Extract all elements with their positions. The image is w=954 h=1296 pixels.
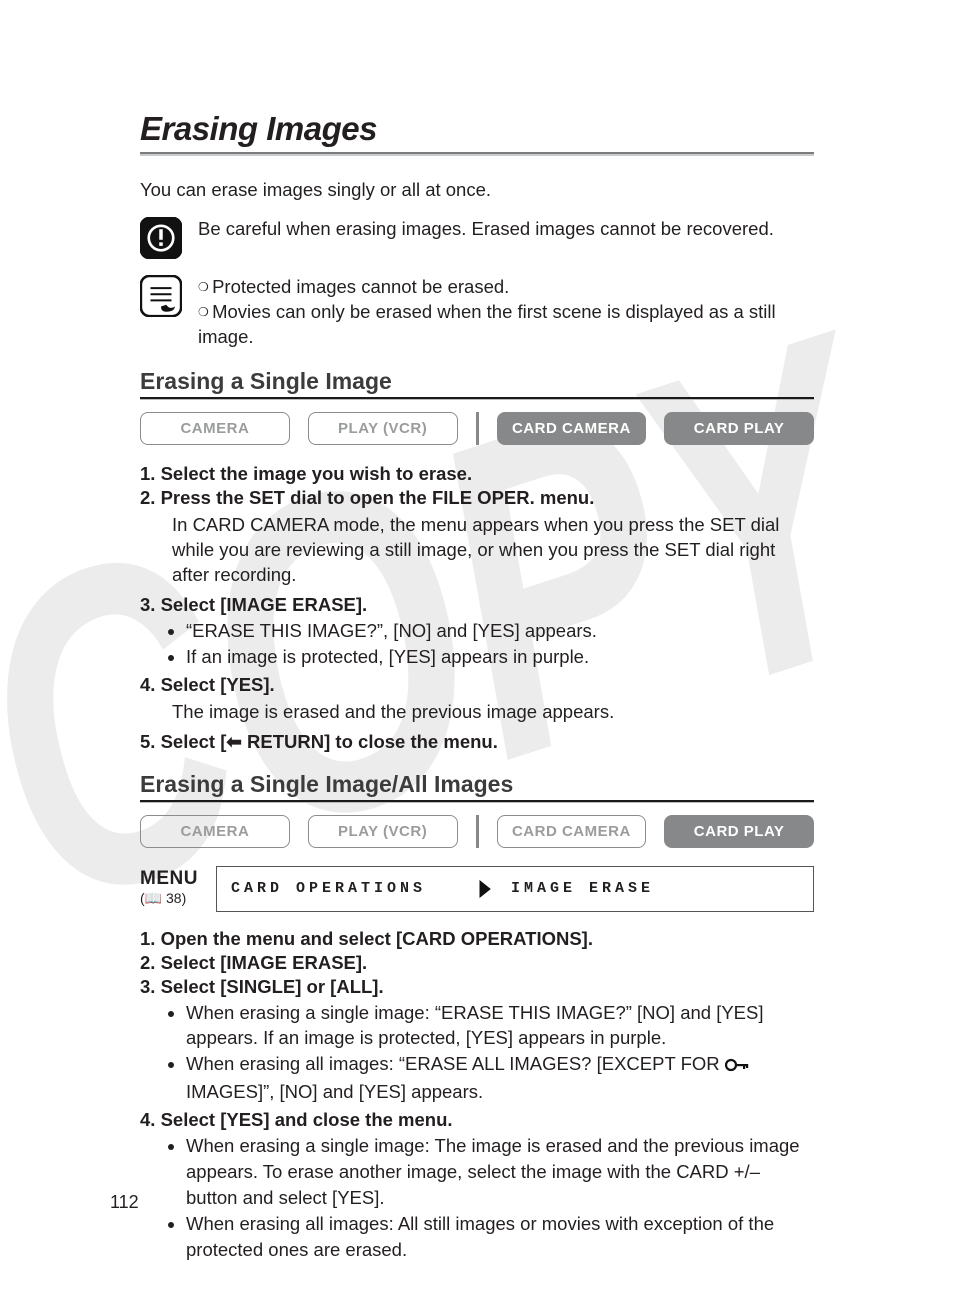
return-arrow-icon: ⬅ [226, 731, 242, 753]
mode-card-play: CARD PLAY [664, 412, 814, 445]
step-text: 3. Select [SINGLE] or [ALL]. [140, 976, 814, 998]
step-bullet-part: IMAGES]”, [NO] and [YES] appears. [186, 1081, 483, 1102]
menu-cell: CARD OPERATIONS [216, 866, 473, 912]
step-text: 4. Select [YES]. [140, 674, 814, 696]
step-text-part: 5. Select [ [140, 731, 226, 752]
protect-key-icon [725, 1053, 749, 1079]
menu-path-bar: MENU (📖 38) CARD OPERATIONS IMAGE ERASE [140, 866, 814, 912]
menu-page-ref: (📖 38) [140, 890, 216, 907]
mode-card-play: CARD PLAY [664, 815, 814, 848]
step-bullet: When erasing a single image: The image i… [186, 1133, 814, 1211]
steps-list: 1. Select the image you wish to erase. 2… [140, 463, 814, 753]
step-text: 5. Select [⬅ RETURN] to close the menu. [140, 731, 814, 753]
step-text: 2. Select [IMAGE ERASE]. [140, 952, 814, 974]
note-item: Protected images cannot be erased. [198, 275, 814, 300]
step-text: 2. Press the SET dial to open the FILE O… [140, 487, 814, 509]
step-text: 1. Select the image you wish to erase. [140, 463, 814, 485]
step-text: 1. Open the menu and select [CARD OPERAT… [140, 928, 814, 950]
step-bullet: When erasing all images: “ERASE ALL IMAG… [186, 1051, 814, 1105]
warning-text: Be careful when erasing images. Erased i… [198, 217, 774, 242]
step-bullet: If an image is protected, [YES] appears … [186, 644, 814, 670]
menu-label: MENU [140, 868, 216, 890]
section-rule [140, 800, 814, 803]
mode-card-camera: CARD CAMERA [497, 412, 647, 445]
mode-camera: CAMERA [140, 815, 290, 848]
notes-icon [140, 275, 182, 317]
menu-arrow-icon [473, 866, 497, 912]
mode-play-vcr: PLAY (VCR) [308, 412, 458, 445]
step-text: 3. Select [IMAGE ERASE]. [140, 594, 814, 616]
step-detail: In CARD CAMERA mode, the menu appears wh… [172, 513, 814, 588]
mode-play-vcr: PLAY (VCR) [308, 815, 458, 848]
section-heading: Erasing a Single Image [140, 368, 814, 395]
step-bullet: When erasing all images: All still image… [186, 1211, 814, 1263]
title-rule [140, 152, 814, 156]
page-title: Erasing Images [140, 110, 814, 148]
mode-card-camera: CARD CAMERA [497, 815, 647, 848]
note-item: Movies can only be erased when the first… [198, 300, 814, 350]
menu-cell: IMAGE ERASE [497, 866, 814, 912]
step-text: 4. Select [YES] and close the menu. [140, 1109, 814, 1131]
mode-row: CAMERA PLAY (VCR) CARD CAMERA CARD PLAY [140, 412, 814, 445]
warning-row: Be careful when erasing images. Erased i… [140, 217, 814, 259]
intro-text: You can erase images singly or all at on… [140, 178, 814, 203]
mode-separator [476, 815, 479, 848]
menu-page-number: 38 [166, 890, 182, 906]
mode-separator [476, 412, 479, 445]
steps-list: 1. Open the menu and select [CARD OPERAT… [140, 928, 814, 1263]
section-rule [140, 397, 814, 400]
warning-icon [140, 217, 182, 259]
mode-camera: CAMERA [140, 412, 290, 445]
step-bullet: When erasing a single image: “ERASE THIS… [186, 1000, 814, 1052]
notes-row: Protected images cannot be erased. Movie… [140, 275, 814, 350]
mode-row: CAMERA PLAY (VCR) CARD CAMERA CARD PLAY [140, 815, 814, 848]
step-bullet: “ERASE THIS IMAGE?”, [NO] and [YES] appe… [186, 618, 814, 644]
step-detail: The image is erased and the previous ima… [172, 700, 814, 725]
step-bullet-part: When erasing all images: “ERASE ALL IMAG… [186, 1053, 725, 1074]
step-text-part: RETURN] to close the menu. [242, 731, 498, 752]
section-heading: Erasing a Single Image/All Images [140, 771, 814, 798]
